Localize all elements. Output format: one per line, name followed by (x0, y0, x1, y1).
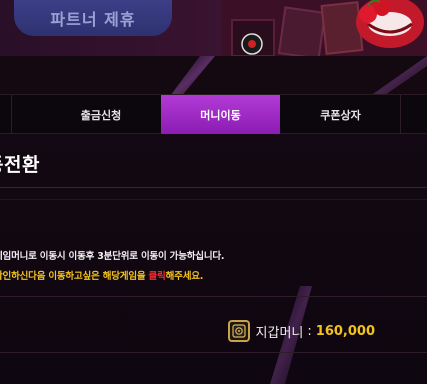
notice-line-1: 게임머니로 이동시 이동후 3분단위로 이동이 가능하십니다. (0, 248, 225, 262)
tab-bar: 출금신청 머니이동 쿠폰상자 (0, 94, 427, 134)
safe-icon (227, 320, 250, 342)
notice-line-1-text: 게임머니로 이동시 이동후 3분단위로 이동이 가능하십니다. (0, 251, 225, 262)
top-banner: 파트너 제휴 (0, 0, 427, 56)
slot-banner-art (222, 0, 427, 56)
nav-band (0, 56, 427, 94)
notice-line-2-suffix: 해주세요. (165, 271, 204, 282)
page: 파트너 제휴 출금신청 머니이동 쿠폰상자 전환 게임머니로 이동시 이동후 3… (0, 0, 427, 384)
tab-separator (400, 95, 401, 134)
tab-coupon-box[interactable]: 쿠폰상자 (281, 95, 400, 134)
panel-top-border (0, 199, 427, 200)
wallet-label: 지갑머니 (255, 325, 304, 341)
tab-withdraw[interactable]: 출금신청 (42, 95, 160, 134)
tab-money-transfer[interactable]: 머니이동 (161, 95, 280, 134)
notice-line-2-prefix: 확인하신다음 이동하고싶은 해당게임을 (0, 271, 149, 282)
partner-button[interactable]: 파트너 제휴 (14, 0, 172, 36)
wallet-separator: : (307, 323, 312, 339)
tab-separator (11, 95, 12, 134)
wallet-amount: 160,000 (315, 323, 375, 339)
wallet-balance: 지갑머니 : 160,000 (227, 320, 375, 342)
title-divider (0, 187, 427, 188)
notice-divider (0, 296, 427, 297)
bottom-divider (0, 352, 427, 353)
section-title: 동전환 (0, 154, 40, 176)
notice-click-highlight: 클릭 (148, 271, 166, 282)
notice-line-2: 확인하신다음 이동하고싶은 해당게임을 클릭해주세요. (0, 268, 203, 282)
